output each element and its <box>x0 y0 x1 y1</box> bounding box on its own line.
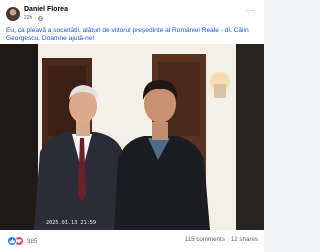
like-icon <box>7 236 17 246</box>
post-stats: 385 115 comments 12 shares <box>0 230 264 252</box>
globe-icon <box>38 15 43 21</box>
comments-link[interactable]: 115 comments <box>185 236 225 243</box>
engagement-links: 115 comments 12 shares <box>185 236 258 243</box>
reactions-summary[interactable]: 385 <box>7 236 37 246</box>
post-meta: 22h · <box>24 15 43 21</box>
more-icon[interactable]: ··· <box>246 7 256 15</box>
post-text: Eu, ca pleavă a societății, alături de v… <box>6 27 249 43</box>
shares-link[interactable]: 12 shares <box>231 236 258 243</box>
photo-scene <box>0 44 264 230</box>
photo-timestamp: 2025.01.13 21:59 <box>46 220 96 226</box>
reaction-count: 385 <box>27 237 38 245</box>
avatar[interactable] <box>6 7 20 21</box>
post-photo[interactable]: 2025.01.13 21:59 <box>0 44 264 230</box>
author-name[interactable]: Daniel Florea <box>24 6 68 13</box>
post-card: Daniel Florea 22h · ··· Eu, ca pleavă a … <box>0 0 264 252</box>
post-time[interactable]: 22h <box>24 15 32 21</box>
